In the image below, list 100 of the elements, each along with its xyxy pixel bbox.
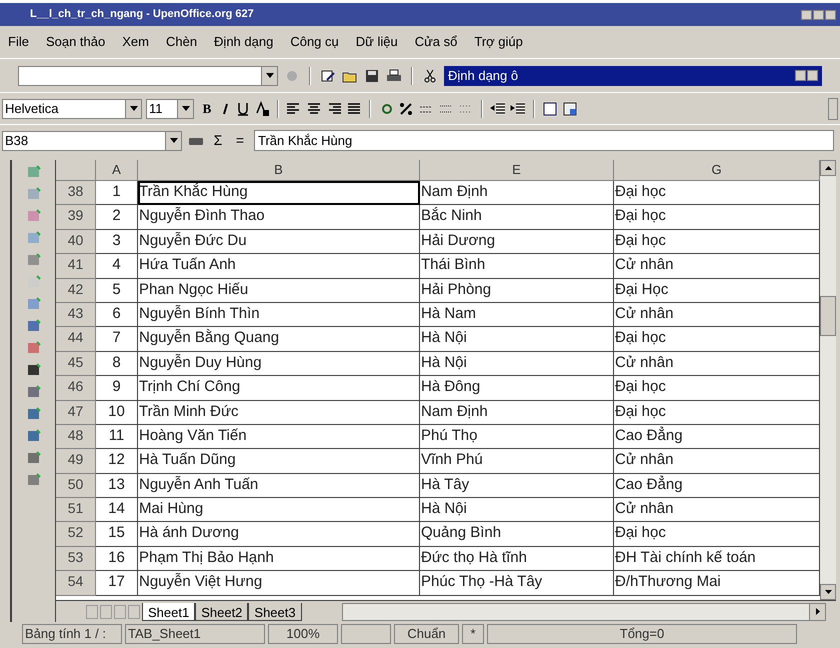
style-dropdown[interactable] — [18, 66, 278, 86]
table-cell: Nguyễn Đình Thao — [138, 205, 420, 230]
row-header[interactable]: 47 — [56, 400, 96, 425]
menu-item[interactable]: Cửa sổ — [414, 32, 458, 52]
status-field: Bảng tính 1 / : — [22, 624, 122, 644]
table-cell: Đại học — [614, 230, 820, 254]
sheet-tab[interactable]: Sheet3 — [248, 602, 302, 620]
menu-item[interactable]: Soạn thảo — [46, 32, 106, 52]
background-color-icon[interactable] — [562, 100, 578, 116]
cell-reference-dropdown[interactable]: B38 — [2, 130, 182, 150]
dropdown-caret-icon[interactable] — [130, 106, 138, 111]
status-panel — [341, 624, 391, 644]
table-cell: Hà Nam — [420, 302, 614, 328]
table-cell: Hà Tuấn Dũng — [138, 449, 420, 474]
table-cell: Nguyễn Duy Hùng — [138, 352, 420, 376]
sheet-tab[interactable]: Sheet1 — [142, 602, 196, 620]
status-field: TAB_Sheet1 — [125, 624, 265, 644]
row-header[interactable]: 38 — [56, 181, 96, 206]
menu-item[interactable]: Công cụ — [290, 32, 339, 52]
window-controls-icon[interactable] — [795, 70, 818, 81]
menu-item[interactable]: Xem — [122, 32, 149, 52]
row-header[interactable]: 52 — [56, 522, 96, 547]
table-cell: 17 — [96, 571, 138, 596]
table-cell: Bắc Ninh — [420, 205, 614, 230]
table-cell: Hà ánh Dương — [138, 522, 420, 547]
font-color-icon[interactable] — [254, 100, 270, 116]
scroll-right-icon[interactable] — [816, 608, 820, 615]
font-name-dropdown[interactable]: Helvetica — [2, 98, 142, 118]
table-cell: 8 — [96, 352, 138, 376]
row-header[interactable]: 42 — [56, 278, 96, 303]
table-cell: Cử nhân — [614, 352, 820, 376]
table-cell: Hoàng Văn Tiến — [138, 424, 420, 450]
table-cell: Cao Đẳng — [614, 424, 820, 450]
column-header[interactable]: A — [96, 160, 138, 181]
row-header[interactable]: 40 — [56, 230, 96, 254]
table-cell: 10 — [96, 400, 138, 425]
menu-item[interactable]: Trợ giúp — [474, 32, 523, 52]
row-header[interactable]: 51 — [56, 498, 96, 522]
row-header[interactable]: 39 — [56, 205, 96, 230]
menu-item[interactable]: Định dạng — [214, 32, 274, 52]
print-icon[interactable] — [386, 68, 402, 84]
underline-icon[interactable] — [236, 100, 250, 116]
dropdown-caret-icon[interactable] — [266, 73, 274, 78]
table-cell: Đ/hThương Mai — [614, 571, 820, 596]
column-header[interactable]: G — [614, 160, 820, 181]
row-header[interactable]: 46 — [56, 376, 96, 401]
bold-icon[interactable]: B — [198, 98, 216, 118]
align-right-icon[interactable] — [326, 100, 342, 116]
row-header[interactable]: 54 — [56, 571, 96, 596]
table-cell: Phan Ngọc Hiếu — [138, 278, 420, 303]
cut-icon[interactable] — [422, 68, 438, 84]
menu-item[interactable]: Chèn — [166, 32, 198, 52]
menu-item[interactable]: Dữ liệu — [356, 32, 398, 52]
percent-icon[interactable] — [398, 100, 414, 116]
table-cell: Nam Định — [420, 400, 614, 425]
save-icon[interactable] — [364, 68, 380, 84]
row-header[interactable]: 49 — [56, 449, 96, 474]
dropdown-caret-icon[interactable] — [182, 106, 190, 111]
status-field: * — [462, 624, 484, 644]
dropdown-caret-icon[interactable] — [170, 138, 178, 143]
align-center-icon[interactable] — [306, 100, 322, 116]
border-icon[interactable] — [542, 100, 558, 116]
menu-item[interactable]: File — [8, 32, 29, 52]
toolbar-scroll-icon[interactable] — [828, 98, 838, 120]
scroll-down-icon[interactable] — [820, 584, 836, 600]
sum-button[interactable]: Σ — [210, 130, 226, 151]
table-cell: Nguyễn Việt Hưng — [138, 571, 420, 596]
row-header[interactable]: 45 — [56, 352, 96, 376]
row-header[interactable]: 44 — [56, 327, 96, 352]
table-cell: Hà Nội — [420, 498, 614, 522]
indent-decrease-icon[interactable] — [490, 100, 506, 116]
sheet-tab[interactable]: Sheet2 — [195, 602, 248, 620]
table-cell: Cử nhân — [614, 498, 820, 522]
scroll-up-icon[interactable] — [820, 160, 836, 176]
formula-input[interactable]: Trần Khắc Hùng — [254, 130, 834, 151]
table-cell: Hải Dương — [420, 230, 614, 254]
table-cell: Hà Nội — [420, 352, 614, 376]
table-cell: Nguyễn Bính Thìn — [138, 302, 420, 328]
scroll-thumb[interactable] — [820, 296, 836, 336]
row-header[interactable]: 43 — [56, 302, 96, 328]
align-left-icon[interactable] — [286, 100, 302, 116]
horizontal-scrollbar[interactable] — [342, 602, 826, 620]
row-header[interactable]: 53 — [56, 546, 96, 572]
table-cell: 9 — [96, 376, 138, 401]
indent-increase-icon[interactable] — [510, 100, 526, 116]
column-header[interactable]: B — [138, 160, 420, 181]
row-header[interactable]: 50 — [56, 474, 96, 498]
justify-icon[interactable] — [346, 100, 362, 116]
window-controls-icon[interactable] — [801, 10, 836, 20]
row-header[interactable]: 48 — [56, 424, 96, 450]
function-button[interactable]: = — [232, 130, 248, 151]
table-cell: Hà Tây — [420, 474, 614, 498]
table-cell: Trần Khắc Hùng — [138, 181, 420, 206]
table-cell: Cao Đẳng — [614, 474, 820, 498]
table-cell: 2 — [96, 205, 138, 230]
column-header[interactable]: E — [420, 160, 614, 181]
table-cell: 13 — [96, 474, 138, 498]
edit-file-icon[interactable] — [320, 68, 336, 84]
font-size-dropdown[interactable]: 11 — [146, 98, 194, 118]
row-header[interactable]: 41 — [56, 254, 96, 279]
